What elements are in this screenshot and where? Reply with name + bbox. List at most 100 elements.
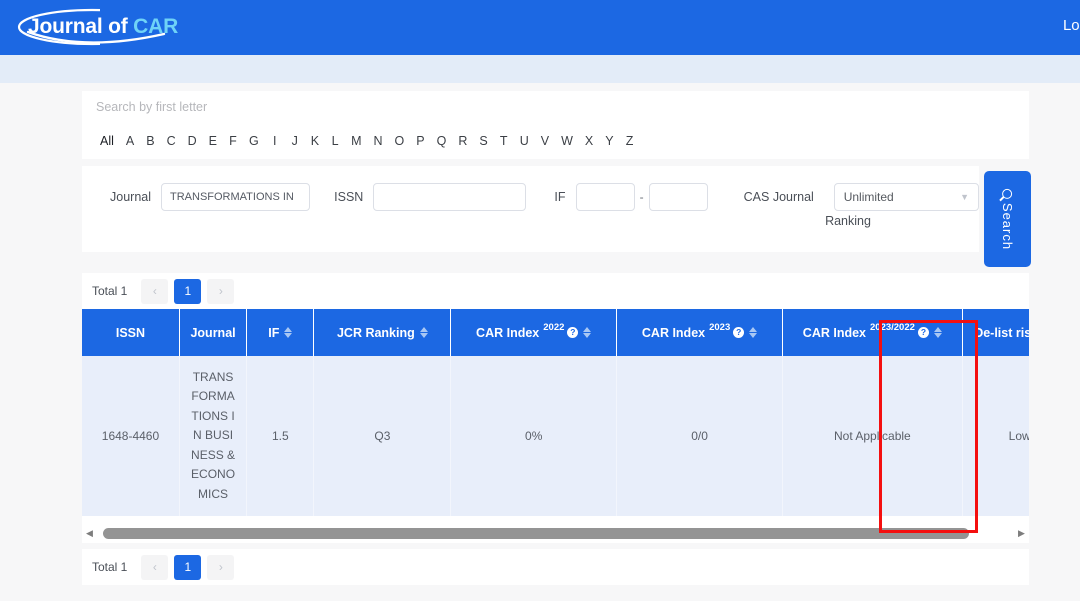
column-header-car-index-2023[interactable]: CAR Index 2023? bbox=[616, 309, 783, 356]
scrollbar-track[interactable] bbox=[97, 524, 1014, 543]
sort-arrows-icon[interactable] bbox=[583, 327, 592, 338]
if-max-input[interactable] bbox=[648, 183, 708, 211]
login-link[interactable]: Log bbox=[1063, 17, 1080, 34]
cell-if: 1.5 bbox=[246, 356, 315, 516]
column-header-year-superscript: 2022 bbox=[543, 322, 565, 333]
letter-filter-j[interactable]: J bbox=[285, 134, 305, 148]
cas-ranking-label: CAS Journal bbox=[743, 190, 814, 204]
sort-arrows-icon[interactable] bbox=[933, 327, 942, 338]
issn-input[interactable] bbox=[373, 183, 527, 211]
cell-delist-risk: Low bbox=[962, 356, 1029, 516]
cas-ranking-label-line2: Ranking bbox=[825, 214, 871, 228]
column-header-label: JCR Ranking bbox=[336, 325, 415, 340]
sort-arrows-icon[interactable] bbox=[419, 327, 428, 338]
column-header-if[interactable]: IF bbox=[246, 309, 315, 356]
table-row: 1648-4460 TRANSFORMATIONS IN BUSINESS & E… bbox=[82, 356, 1029, 516]
column-header-label: Journal bbox=[190, 325, 236, 340]
letter-filter-f[interactable]: F bbox=[223, 134, 243, 148]
logo-text: Journal of CAR bbox=[28, 15, 178, 39]
letter-filter-q[interactable]: Q bbox=[431, 134, 453, 148]
pagination-prev-button-bottom[interactable]: ‹ bbox=[141, 554, 169, 580]
help-icon[interactable]: ? bbox=[567, 327, 579, 338]
scroll-left-arrow-icon[interactable]: ◀ bbox=[82, 528, 97, 539]
pagination-next-button[interactable]: › bbox=[207, 278, 235, 304]
letter-filter-a[interactable]: A bbox=[120, 134, 140, 148]
column-header-inner: IF bbox=[268, 325, 293, 340]
letter-filter-g[interactable]: G bbox=[243, 134, 265, 148]
letter-filter-n[interactable]: N bbox=[368, 134, 389, 148]
letter-filter-x[interactable]: X bbox=[579, 134, 599, 148]
letter-filter-k[interactable]: K bbox=[305, 134, 325, 148]
column-header-inner: JCR Ranking bbox=[337, 326, 428, 340]
column-header-car-index-2022[interactable]: CAR Index 2022? bbox=[450, 309, 618, 356]
letter-filter-o[interactable]: O bbox=[389, 134, 411, 148]
column-header-inner: CAR Index 2022? bbox=[476, 322, 592, 340]
search-filter-row: Journal TRANSFORMATIONS IN ISSN IF - CAS… bbox=[82, 180, 979, 214]
column-header-car-index-2023-2022[interactable]: CAR Index 2023/2022? bbox=[782, 309, 963, 356]
column-header-inner: ISSN bbox=[116, 326, 145, 340]
letter-filter-y[interactable]: Y bbox=[599, 134, 619, 148]
letter-filter-w[interactable]: W bbox=[555, 134, 579, 148]
sort-arrows-icon[interactable] bbox=[749, 327, 758, 338]
letter-filter-t[interactable]: T bbox=[494, 134, 514, 148]
chevron-down-icon: ▼ bbox=[960, 192, 969, 202]
pagination-bottom: Total 1 ‹ 1 › bbox=[82, 549, 1029, 585]
journal-label: Journal bbox=[110, 190, 151, 204]
letter-filter-r[interactable]: R bbox=[452, 134, 473, 148]
cas-ranking-select[interactable]: Unlimited ▼ bbox=[833, 183, 979, 211]
pagination-page-1[interactable]: 1 bbox=[174, 278, 202, 304]
column-header-inner: De-list risk? bbox=[974, 326, 1029, 340]
help-icon[interactable]: ? bbox=[733, 327, 745, 338]
letter-filter-b[interactable]: B bbox=[140, 134, 160, 148]
journal-input[interactable]: TRANSFORMATIONS IN bbox=[161, 183, 311, 211]
letter-filter-m[interactable]: M bbox=[345, 134, 367, 148]
table-scroll-viewport: ISSN Journal IF JCR Ranking CAR Index 2022? CA… bbox=[82, 309, 1029, 524]
letter-filter-c[interactable]: C bbox=[161, 134, 182, 148]
pagination-next-button-bottom[interactable]: › bbox=[207, 554, 235, 580]
if-min-input[interactable] bbox=[575, 183, 635, 211]
letter-filter-d[interactable]: D bbox=[182, 134, 203, 148]
letter-filter-e[interactable]: E bbox=[203, 134, 223, 148]
letter-filter-all[interactable]: All bbox=[94, 134, 120, 148]
pagination-bottom-wrap: Total 1 ‹ 1 › bbox=[82, 549, 1029, 585]
search-filter-card: Journal TRANSFORMATIONS IN ISSN IF - CAS… bbox=[82, 166, 979, 252]
letter-filter-u[interactable]: U bbox=[514, 134, 535, 148]
column-header-label: CAR Index bbox=[641, 325, 706, 340]
scroll-right-arrow-icon[interactable]: ▶ bbox=[1014, 528, 1029, 539]
column-header-label: IF bbox=[268, 325, 280, 340]
pagination-page-1-bottom[interactable]: 1 bbox=[174, 554, 202, 580]
cell-car-index-2023: 0/0 bbox=[616, 356, 783, 516]
column-header-jcr-ranking[interactable]: JCR Ranking bbox=[313, 309, 452, 356]
letter-filter-i[interactable]: I bbox=[265, 134, 285, 148]
column-header-de-list-risk[interactable]: De-list risk? bbox=[962, 309, 1029, 356]
column-header-inner: CAR Index 2023/2022? bbox=[803, 322, 942, 340]
letter-filter-v[interactable]: V bbox=[535, 134, 555, 148]
letter-filter-s[interactable]: S bbox=[473, 134, 493, 148]
search-icon bbox=[1002, 188, 1013, 199]
site-logo[interactable]: Journal of CAR bbox=[14, 6, 194, 50]
pagination-top: Total 1 ‹ 1 › bbox=[82, 273, 1029, 309]
logo-accent-text: CAR bbox=[133, 14, 179, 38]
search-button-inner: Search bbox=[1000, 188, 1015, 250]
header-accent-band bbox=[0, 55, 1080, 83]
issn-label: ISSN bbox=[334, 190, 364, 204]
column-header-journal: Journal bbox=[179, 309, 248, 356]
letter-filter-hint: Search by first letter bbox=[96, 100, 208, 114]
horizontal-scrollbar[interactable]: ◀ ▶ bbox=[82, 524, 1029, 543]
letter-filter-l[interactable]: L bbox=[325, 134, 345, 148]
pagination-prev-button[interactable]: ‹ bbox=[141, 278, 169, 304]
column-header-inner: Journal bbox=[190, 326, 235, 340]
column-header-label: De-list risk bbox=[974, 325, 1029, 340]
column-header-label: ISSN bbox=[115, 325, 146, 340]
scrollbar-thumb[interactable] bbox=[103, 528, 969, 539]
letter-filter-z[interactable]: Z bbox=[620, 134, 640, 148]
letter-filter-row: All A B C D E F G I J K L M N O P Q R S T U V W X Y Z bbox=[82, 123, 1029, 159]
sort-arrows-icon[interactable] bbox=[284, 327, 293, 338]
letter-filter-p[interactable]: P bbox=[410, 134, 430, 148]
page-body: Search by first letter All A B C D E F G I J K L M N O… bbox=[0, 83, 1080, 601]
help-icon[interactable]: ? bbox=[917, 327, 929, 338]
search-button[interactable]: Search bbox=[984, 171, 1031, 267]
if-range-separator: - bbox=[639, 190, 644, 204]
pagination-total-bottom: Total 1 bbox=[92, 560, 128, 574]
pagination-total: Total 1 bbox=[92, 284, 128, 298]
